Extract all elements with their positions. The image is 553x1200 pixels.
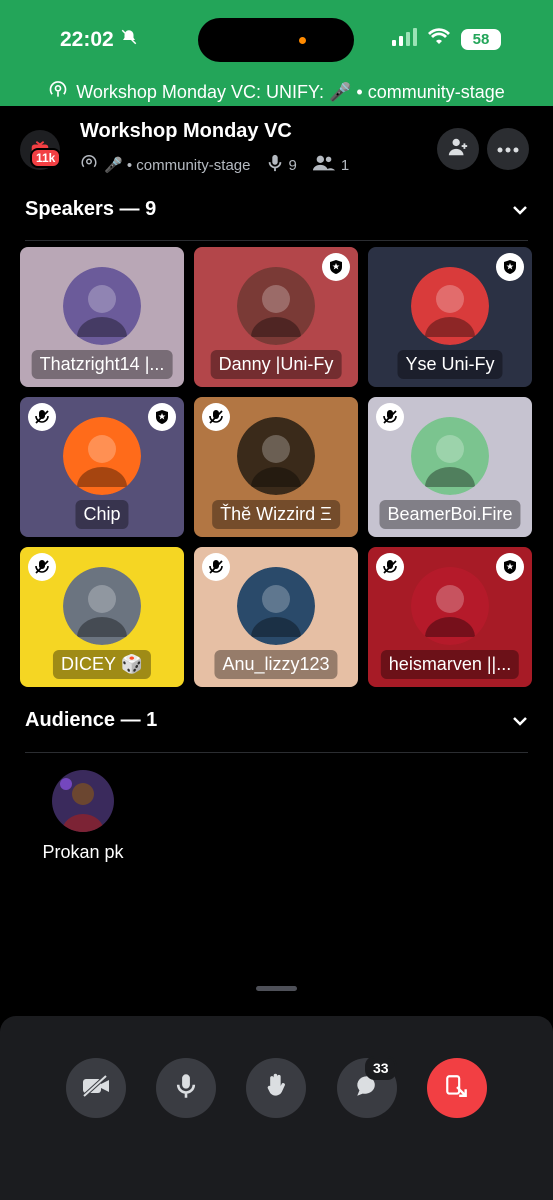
leave-stage-button[interactable] <box>427 1058 487 1118</box>
speaker-name: Danny |Uni-Fy <box>210 350 342 379</box>
wifi-icon <box>427 28 451 51</box>
speaker-name: Chip <box>75 500 129 529</box>
channel-subtitle: 🎤 • community-stage 9 1 <box>80 154 349 176</box>
speaker-tile[interactable]: Yse Uni-Fy <box>368 247 532 387</box>
audience-member-name: Prokan pk <box>42 842 124 862</box>
avatar <box>411 267 489 345</box>
member-count: 1 <box>340 156 350 174</box>
moderator-shield-icon <box>496 253 524 281</box>
mic-muted-icon <box>202 553 230 581</box>
speaker-tile[interactable]: Thatzright14 |... <box>20 247 184 387</box>
chat-count-badge: 33 <box>365 1056 397 1080</box>
chevron-down-icon <box>512 709 528 732</box>
bell-off-icon <box>120 28 138 52</box>
speaker-name: heismarven ||... <box>380 650 520 679</box>
avatar <box>63 267 141 345</box>
microphone-button[interactable] <box>156 1058 216 1118</box>
avatar <box>63 567 141 645</box>
chevron-down-icon <box>512 198 528 221</box>
speaker-name: BeamerBoi.Fire <box>379 500 521 529</box>
speaker-tile[interactable]: heismarven ||... <box>368 547 532 687</box>
status-bar: 22:02 58 <box>0 0 553 78</box>
speaker-name: Anu_lizzy123 <box>214 650 338 679</box>
audience-heading: Audience — 1 <box>25 709 158 731</box>
microphone-icon <box>176 1073 196 1104</box>
stage-banner-text: Workshop Monday VC: UNIFY: 🎤 • community… <box>76 81 505 102</box>
drag-handle[interactable] <box>256 986 297 991</box>
divider <box>25 752 528 753</box>
more-icon <box>497 140 519 158</box>
avatar <box>52 770 114 832</box>
add-user-icon <box>447 136 469 163</box>
speaker-tile[interactable]: BeamerBoi.Fire <box>368 397 532 537</box>
raise-hand-button[interactable] <box>246 1058 306 1118</box>
leave-icon <box>444 1073 470 1104</box>
speaker-name: DICEY 🎲 <box>52 650 152 679</box>
stage-icon <box>80 154 98 176</box>
avatar <box>237 417 315 495</box>
speaker-tile[interactable]: Ťhĕ Wizzird Ξ <box>194 397 358 537</box>
speaker-count: 9 <box>288 156 297 174</box>
channel-header: 11k Workshop Monday VC 🎤 • community-sta… <box>0 108 553 190</box>
speaker-tile[interactable]: Chip <box>20 397 184 537</box>
moderator-shield-icon <box>322 253 350 281</box>
speaker-tile[interactable]: Danny |Uni-Fy <box>194 247 358 387</box>
invite-button[interactable] <box>437 128 479 170</box>
channel-subtitle-text: 🎤 • community-stage <box>104 157 251 174</box>
avatar <box>411 567 489 645</box>
server-badge: 11k <box>30 148 62 168</box>
speaker-name: Thatzright14 |... <box>31 350 173 379</box>
mic-muted-icon <box>28 403 56 431</box>
microphone-icon <box>268 154 282 176</box>
more-options-button[interactable] <box>487 128 529 170</box>
time-text: 22:02 <box>60 28 114 51</box>
camera-toggle-button[interactable] <box>66 1058 126 1118</box>
stage-icon <box>48 80 68 105</box>
battery-indicator: 58 <box>461 29 501 50</box>
speaker-tile[interactable]: DICEY 🎲 <box>20 547 184 687</box>
mic-muted-icon <box>202 403 230 431</box>
raise-hand-icon <box>262 1072 290 1105</box>
signal-icon <box>391 28 417 51</box>
avatar <box>63 417 141 495</box>
audience-section-header[interactable]: Audience — 1 <box>25 709 528 732</box>
speaker-tile[interactable]: Anu_lizzy123 <box>194 547 358 687</box>
audience-member[interactable]: Prokan pk <box>36 770 130 863</box>
speaker-name: Yse Uni-Fy <box>397 350 503 379</box>
mic-muted-icon <box>376 403 404 431</box>
camera-off-icon <box>81 1074 111 1103</box>
stage-banner[interactable]: Workshop Monday VC: UNIFY: 🎤 • community… <box>0 78 553 106</box>
moderator-shield-icon <box>496 553 524 581</box>
avatar <box>237 567 315 645</box>
dynamic-island <box>198 18 354 62</box>
speaker-name: Ťhĕ Wizzird Ξ <box>212 500 340 529</box>
people-icon <box>312 155 335 175</box>
channel-title: Workshop Monday VC <box>80 120 292 142</box>
mic-muted-icon <box>376 553 404 581</box>
divider <box>25 240 528 241</box>
avatar <box>237 267 315 345</box>
moderator-shield-icon <box>148 403 176 431</box>
speakers-section-header[interactable]: Speakers — 9 <box>25 198 528 221</box>
avatar <box>411 417 489 495</box>
status-time: 22:02 <box>60 28 138 52</box>
mic-muted-icon <box>28 553 56 581</box>
speakers-heading: Speakers — 9 <box>25 198 157 220</box>
